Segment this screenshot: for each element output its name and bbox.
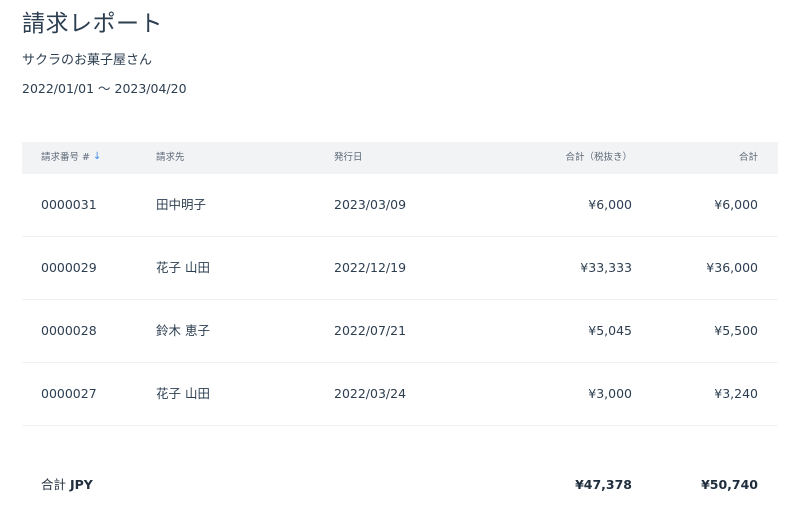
table-row[interactable]: 0000031 田中明子 2023/03/09 ¥6,000 ¥6,000 bbox=[22, 174, 778, 237]
total-amount: ¥3,240 bbox=[714, 386, 758, 401]
report-period: 2022/01/01 〜 2023/04/20 bbox=[22, 81, 187, 96]
invoice-number: 0000031 bbox=[41, 197, 97, 212]
total-amount: ¥5,500 bbox=[714, 323, 758, 338]
table-total-row: 合計 JPY ¥47,378 ¥50,740 bbox=[22, 454, 778, 510]
bill-to: 花子 山田 bbox=[156, 260, 210, 275]
issue-date: 2023/03/09 bbox=[334, 197, 407, 212]
invoice-number: 0000029 bbox=[41, 260, 97, 275]
issue-date: 2022/03/24 bbox=[334, 386, 407, 401]
subtotal-amount: ¥6,000 bbox=[588, 197, 632, 212]
table-row[interactable]: 0000028 鈴木 恵子 2022/07/21 ¥5,045 ¥5,500 bbox=[22, 300, 778, 363]
subtotal-amount: ¥3,000 bbox=[588, 386, 632, 401]
column-header-total[interactable]: 合計 bbox=[739, 142, 758, 174]
column-header-bill-to[interactable]: 請求先 bbox=[156, 142, 185, 174]
bill-to: 花子 山田 bbox=[156, 386, 210, 401]
invoice-number: 0000028 bbox=[41, 323, 97, 338]
issue-date: 2022/12/19 bbox=[334, 260, 407, 275]
bill-to: 鈴木 恵子 bbox=[156, 323, 210, 338]
column-header-label: 請求番号 # bbox=[41, 152, 90, 163]
bill-to: 田中明子 bbox=[156, 197, 207, 212]
page-title: 請求レポート bbox=[22, 11, 163, 37]
column-header-subtotal[interactable]: 合計（税抜き） bbox=[565, 142, 632, 174]
currency-code: JPY bbox=[70, 477, 93, 492]
subtotal-amount: ¥33,333 bbox=[580, 260, 632, 275]
sort-descending-icon[interactable]: ↓ bbox=[93, 151, 101, 162]
invoice-number: 0000027 bbox=[41, 386, 97, 401]
column-header-issue-date[interactable]: 発行日 bbox=[334, 142, 363, 174]
total-label: 合計 JPY bbox=[41, 454, 93, 510]
table-header-row: 請求番号 # ↓ 請求先 発行日 合計（税抜き） 合計 bbox=[22, 142, 778, 174]
subtotal-amount: ¥5,045 bbox=[588, 323, 632, 338]
issue-date: 2022/07/21 bbox=[334, 323, 407, 338]
total-label-text: 合計 bbox=[41, 477, 67, 492]
total-amount: ¥6,000 bbox=[714, 197, 758, 212]
total-amount: ¥36,000 bbox=[706, 260, 758, 275]
column-header-invoice-no[interactable]: 請求番号 # ↓ bbox=[41, 142, 101, 174]
grand-subtotal-amount: ¥47,378 bbox=[575, 477, 632, 492]
invoice-table: 請求番号 # ↓ 請求先 発行日 合計（税抜き） 合計 0000031 田中明子 … bbox=[22, 142, 778, 510]
table-row[interactable]: 0000029 花子 山田 2022/12/19 ¥33,333 ¥36,000 bbox=[22, 237, 778, 300]
customer-name: サクラのお菓子屋さん bbox=[22, 53, 153, 68]
table-row[interactable]: 0000027 花子 山田 2022/03/24 ¥3,000 ¥3,240 bbox=[22, 363, 778, 426]
grand-total-amount: ¥50,740 bbox=[701, 477, 758, 492]
invoice-report-page: 請求レポート サクラのお菓子屋さん 2022/01/01 〜 2023/04/2… bbox=[0, 0, 800, 510]
